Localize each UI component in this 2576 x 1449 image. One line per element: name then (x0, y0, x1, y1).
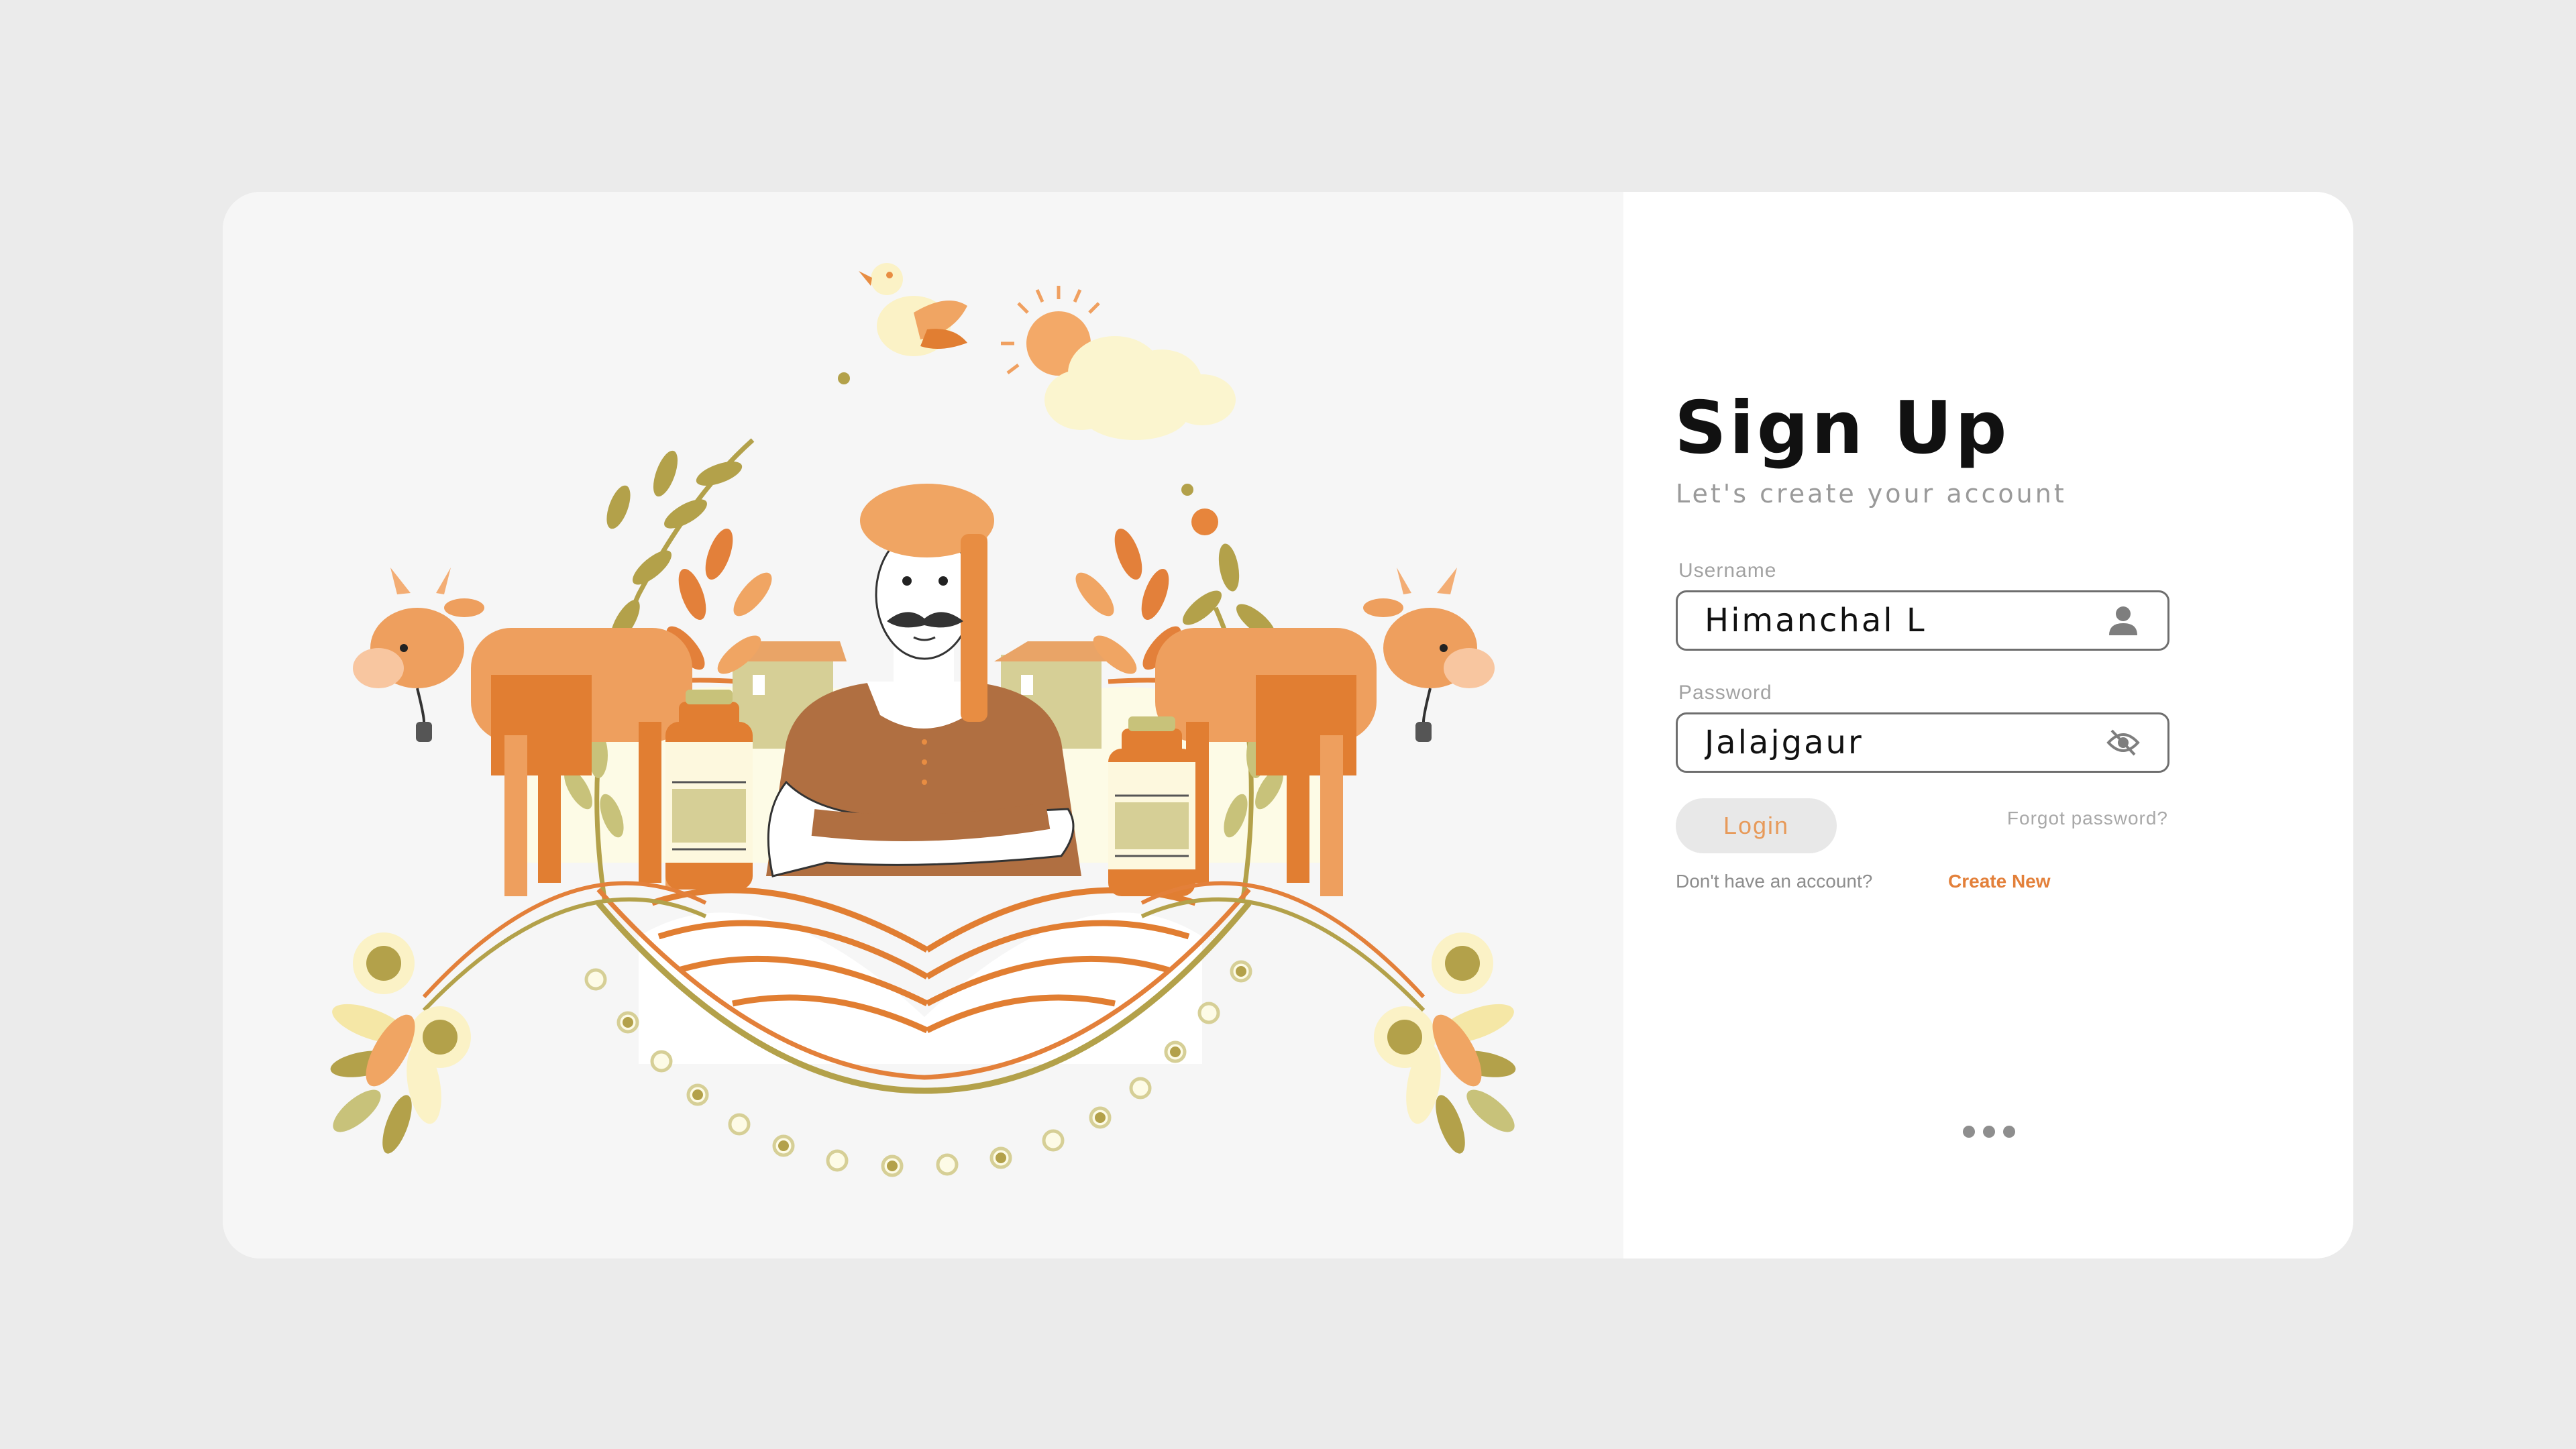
dot (1963, 1126, 1975, 1138)
signup-form-panel: Sign Up Let's create your account Userna… (1623, 192, 2353, 1258)
login-button[interactable]: Login (1676, 798, 1837, 853)
forgot-password-link[interactable]: Forgot password? (2007, 808, 2168, 829)
more-dots-icon[interactable] (1963, 1126, 2015, 1138)
username-label: Username (1678, 559, 1777, 582)
page-title: Sign Up (1674, 386, 2010, 470)
signup-card: Sign Up Let's create your account Userna… (223, 192, 2353, 1258)
password-field-wrapper (1676, 712, 2169, 773)
password-label: Password (1678, 682, 1772, 704)
dot (2003, 1126, 2015, 1138)
cow-right-icon (1155, 568, 1495, 896)
username-input[interactable] (1678, 592, 2106, 649)
illustration-svg (330, 263, 1516, 1177)
username-field-wrapper (1676, 590, 2169, 651)
flower-left (330, 932, 471, 1154)
cow-left-icon (353, 568, 692, 896)
password-input[interactable] (1678, 714, 2106, 771)
dot (1983, 1126, 1995, 1138)
page-subtitle: Let's create your account (1676, 479, 2067, 508)
bird-icon (859, 263, 967, 356)
user-icon (2106, 602, 2141, 639)
no-account-text: Don't have an account? (1676, 871, 1873, 892)
field-stripes (422, 881, 1426, 1094)
eye-off-icon[interactable] (2106, 724, 2141, 761)
create-new-link[interactable]: Create New (1948, 871, 2051, 892)
dairy-farmer-illustration (223, 192, 1623, 1258)
